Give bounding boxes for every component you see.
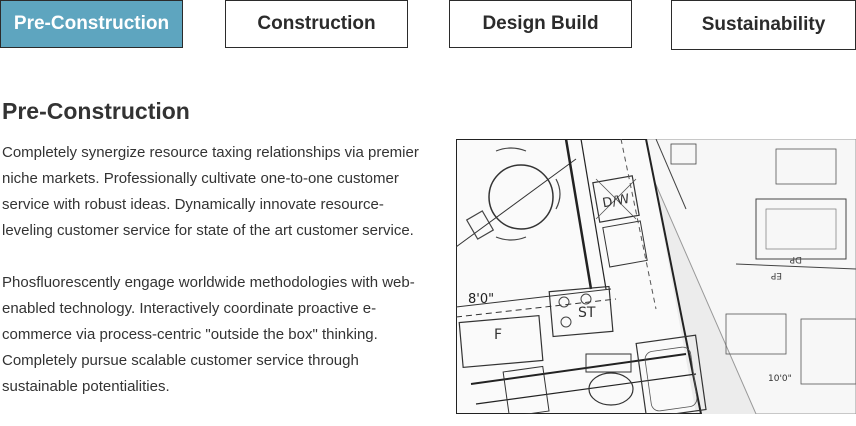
section-body: Completely synergize resource taxing rel…: [2, 140, 432, 426]
tab-pre-construction[interactable]: Pre-Construction: [0, 0, 183, 48]
tab-bar: Pre-Construction Construction Design Bui…: [0, 0, 856, 50]
dim2-label: 10'0": [768, 374, 792, 384]
ep-label: EP: [770, 270, 782, 280]
paragraph-2: Phosfluorescently engage worldwide metho…: [2, 274, 415, 395]
tab-construction[interactable]: Construction: [225, 0, 408, 48]
floor-plan-image: D/W 8'0" F ST EP DP 10'0": [456, 139, 856, 414]
tab-sustainability[interactable]: Sustainability: [671, 0, 856, 50]
tab-design-build[interactable]: Design Build: [449, 0, 632, 48]
f-label: F: [494, 327, 502, 343]
dp-label: DP: [789, 254, 802, 264]
floor-plan-drawing: D/W 8'0" F ST EP DP 10'0": [456, 139, 856, 414]
st-label: ST: [578, 305, 596, 321]
section-title: Pre-Construction: [2, 98, 190, 124]
dimension-label: 8'0": [468, 292, 494, 307]
paragraph-1: Completely synergize resource taxing rel…: [2, 144, 419, 239]
